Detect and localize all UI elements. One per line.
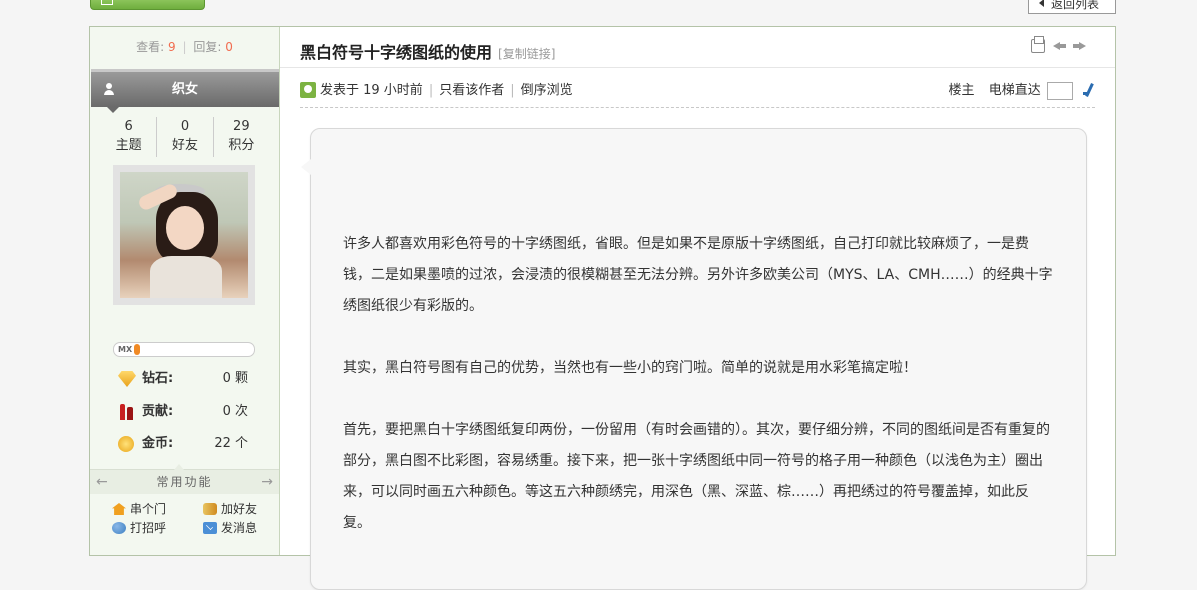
title-divider [280,67,1115,68]
arrow-right-icon[interactable]: → [261,470,273,494]
post-meta: 发表于 19 小时前 | 只看该作者 | 倒序浏览 楼主 电梯直达 [300,79,1095,103]
visit-action[interactable]: 串个门 [112,500,166,518]
property-value: 22 个 [214,436,248,451]
post-content-bubble: 许多人都喜欢用彩色符号的十字绣图纸，省眼。但是如果不是原版十字绣图纸，自己打印就… [301,128,1087,590]
count-label: 主题 [115,138,142,153]
reply-button[interactable] [90,0,205,10]
count-value: 0 [180,119,190,134]
back-to-list-label: 返回列表 [1051,0,1100,11]
online-status-icon [300,82,316,98]
count-value: 6 [124,119,133,134]
back-to-list-button[interactable]: 返回列表 [1028,0,1116,14]
replies-label: 回复: [193,40,222,54]
meta-divider: | [428,83,434,98]
back-arrow-icon [1039,0,1044,7]
post-meta-right: 楼主 电梯直达 [949,81,1095,101]
avatar-image [120,172,248,298]
post-paragraph: 首先，要把黑白十字绣图纸复印两份，一份留用（有时会画错的）。其次，要仔细分辨，不… [343,422,1050,531]
stats-divider: | [182,40,187,54]
views-label: 查看: [136,40,165,54]
diamond-icon [118,371,136,387]
coin-icon [118,436,134,452]
copy-link[interactable]: [复制链接] [498,47,555,61]
author-name[interactable]: 织女 [91,72,279,107]
common-functions-bar: ← 常用功能 → [90,464,279,494]
message-icon [203,522,217,534]
count-threads[interactable]: 6 主题 [101,117,156,157]
next-thread-icon[interactable] [1073,39,1087,53]
count-friends[interactable]: 0 好友 [156,117,212,157]
property-value: 0 颗 [222,371,248,386]
home-icon [112,503,126,515]
print-icon[interactable] [1031,36,1045,53]
reverse-order-link[interactable]: 倒序浏览 [521,83,573,98]
replies-count: 0 [225,40,233,54]
thread-stats: 查看: 9 | 回复: 0 [90,27,279,67]
post-body: 许多人都喜欢用彩色符号的十字绣图纸，省眼。但是如果不是原版十字绣图纸，自己打印就… [343,229,1055,570]
common-functions-label: 常用功能 [156,475,213,489]
property-label: 钻石: [142,371,174,386]
previous-thread-icon[interactable] [1053,39,1067,53]
add-friend-icon [203,503,217,515]
band-notch [107,107,119,113]
level-badge: MX [118,345,133,354]
level-progress-fill [134,344,140,355]
action-label: 串个门 [130,502,167,516]
count-label: 积分 [228,138,255,153]
property-contribution: 贡献: 0 次 [118,402,248,422]
avatar[interactable] [113,165,255,305]
property-label: 金币: [142,436,174,451]
add-friend-action[interactable]: 加好友 [203,500,257,518]
post-container: 查看: 9 | 回复: 0 织女 6 主题 0 好友 29 积分 MX 钻石: … [89,26,1116,590]
post-paragraph: 许多人都喜欢用彩色符号的十字绣图纸，省眼。但是如果不是原版十字绣图纸，自己打印就… [343,236,1053,314]
author-sidebar: 查看: 9 | 回复: 0 织女 6 主题 0 好友 29 积分 MX 钻石: … [90,27,280,555]
greet-icon [112,522,126,534]
post-meta-left: 发表于 19 小时前 | 只看该作者 | 倒序浏览 [320,81,573,101]
reply-icon [101,0,113,5]
property-label: 贡献: [142,404,174,419]
arrow-left-icon[interactable]: ← [96,470,108,494]
action-label: 发消息 [221,521,258,535]
elevator-label: 电梯直达 [988,83,1041,98]
property-coins: 金币: 22 个 [118,434,248,454]
greet-action[interactable]: 打招呼 [112,519,166,537]
post-main: 黑白符号十字绣图纸的使用 [复制链接] 发表于 19 小时前 | 只看该作者 | 倒序浏览… [280,27,1115,590]
action-label: 打招呼 [130,521,167,535]
contribution-icon [118,404,136,420]
views-count: 9 [168,40,176,54]
post-paragraph: 其实，黑白符号图有自己的优势，当然也有一些小的窍门啦。简单的说就是用水彩笔搞定啦… [343,360,917,376]
post-tools [1031,36,1091,55]
post-time: 发表于 19 小时前 [320,83,423,98]
send-message-action[interactable]: 发消息 [203,519,257,537]
meta-dashed-divider [300,107,1095,108]
author-counts: 6 主题 0 好友 29 积分 [101,117,269,157]
action-label: 加好友 [221,502,258,516]
meta-divider: | [510,83,515,98]
elevator-input[interactable] [1046,81,1073,100]
count-value: 29 [233,119,250,134]
count-points[interactable]: 29 积分 [212,117,269,157]
bubble-tail [301,159,311,175]
property-diamonds: 钻石: 0 颗 [118,369,248,389]
count-label: 好友 [171,138,198,153]
author-only-link[interactable]: 只看该作者 [439,83,504,98]
author-name-band: 织女 [91,69,279,113]
post-title: 黑白符号十字绣图纸的使用 [复制链接] [300,39,555,63]
elevator-go-icon[interactable] [1083,83,1095,99]
floor-label: 楼主 [948,83,975,98]
post-title-text: 黑白符号十字绣图纸的使用 [300,43,493,62]
property-value: 0 次 [222,404,248,419]
level-progress-bar: MX [113,342,255,357]
common-functions-notch [174,464,184,470]
